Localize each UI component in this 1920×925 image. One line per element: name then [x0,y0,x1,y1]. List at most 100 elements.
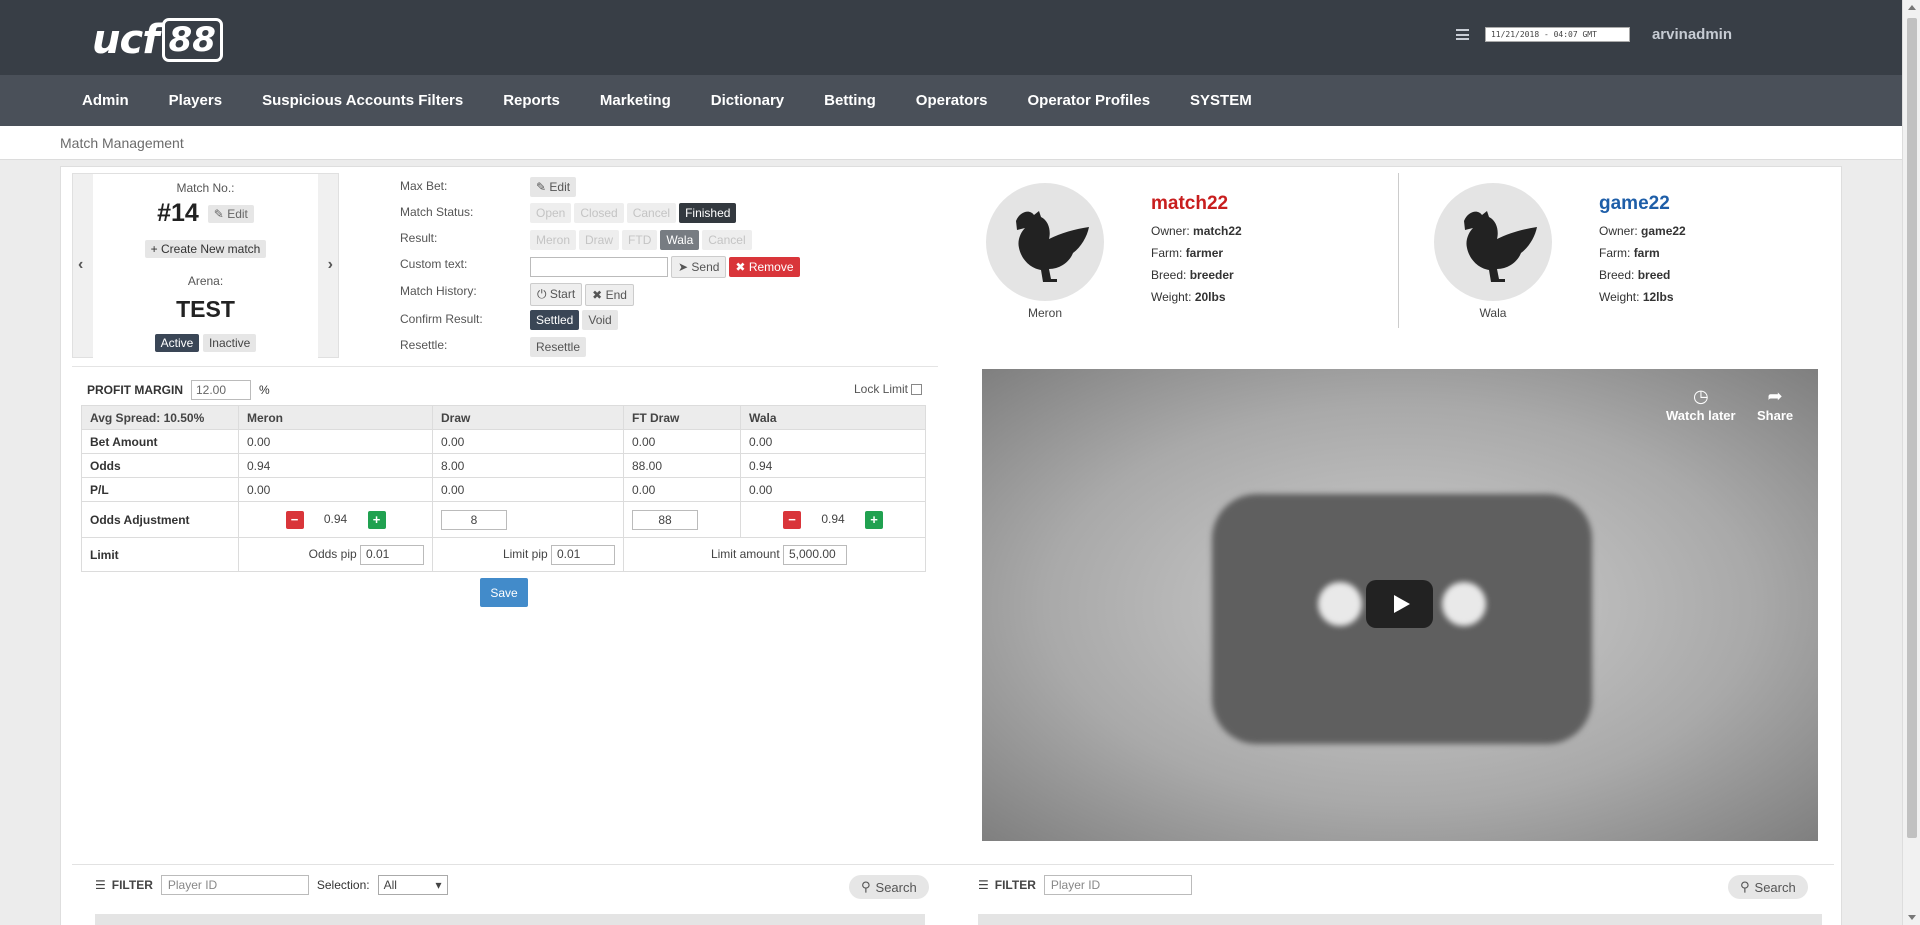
end-button[interactable]: ✖ End [585,283,634,306]
start-button[interactable]: ⏻ Start [530,283,583,306]
table-cell: 0.00 [623,477,741,502]
meron-weight: Weight: 20lbs [1151,290,1226,304]
status-closed[interactable]: Closed [574,203,624,223]
caret-down-icon: ▾ [435,878,442,892]
ft-draw-odds-input[interactable]: 88 [632,509,698,530]
meron-odds-input[interactable]: 0.94 [304,510,368,530]
wala-owner-value: game22 [1641,224,1686,238]
nav-players[interactable]: Players [169,92,222,109]
match-number-row: #14 ✎ Edit [93,199,318,228]
section-divider [72,366,938,367]
settled-button[interactable]: Settled [530,310,580,330]
match-status-label: Match Status: [400,205,474,219]
result-draw[interactable]: Draw [579,230,620,250]
resettle-button[interactable]: Resettle [530,337,587,357]
wala-decrease-button[interactable]: − [783,510,801,529]
nav-admin[interactable]: Admin [82,92,129,109]
watch-later-button[interactable]: ◷ Watch later [1666,384,1736,424]
profit-margin-label: PROFIT MARGIN [87,383,183,397]
send-button[interactable]: ➤ Send [671,256,727,278]
nav-marketing[interactable]: Marketing [600,92,671,109]
nav-betting[interactable]: Betting [824,92,876,109]
result-ftd[interactable]: FTD [622,230,658,250]
lock-limit-label: Lock Limit [854,382,909,396]
chevron-left-icon[interactable]: ‹ [78,256,83,274]
row-label: Bet Amount [81,429,239,454]
wala-farm: Farm: farm [1599,246,1660,260]
search-button-right[interactable]: ⚲ Search [1728,875,1808,899]
meron-header: Meron [238,405,433,430]
selection-value: All [383,878,397,892]
save-button[interactable]: Save [480,578,528,607]
chevron-right-icon[interactable]: › [328,256,333,274]
nav-system[interactable]: SYSTEM [1190,92,1252,109]
wala-farm-label: Farm: [1599,246,1631,260]
scroll-down-icon[interactable] [1908,915,1916,920]
create-new-match-label: Create New match [160,242,261,256]
fighter-wala: Wala game22 Owner: game22 Farm: farm Bre… [1434,173,1814,343]
remove-button[interactable]: ✖ Remove [729,257,800,277]
video-player[interactable]: ◷ Watch later ➦ Share [982,369,1818,841]
status-finished[interactable]: Finished [679,203,737,223]
avg-spread-header: Avg Spread: 10.50% [81,405,239,430]
limit-amount-input[interactable]: 5,000.00 [783,544,847,565]
meron-decrease-button[interactable]: − [285,510,304,529]
wala-breed: Breed: breed [1599,268,1670,282]
profit-margin-input[interactable]: 12.00 [191,380,251,400]
nav-reports[interactable]: Reports [503,92,560,109]
player-id-input-right[interactable]: Player ID [1043,875,1192,895]
rooster-icon [986,183,1104,301]
void-button[interactable]: Void [582,310,618,330]
nav-dictionary[interactable]: Dictionary [711,92,784,109]
active-toggle[interactable]: Active [154,334,200,352]
logo[interactable]: ucf 88 [92,17,223,63]
table-row: Odds 0.94 8.00 88.00 0.94 [81,453,926,478]
max-bet-edit-button[interactable]: ✎ Edit [530,177,577,197]
limit-pip-input[interactable]: 0.01 [551,544,615,565]
meron-owner-value: match22 [1193,224,1242,238]
max-bet-edit-label: Edit [549,180,571,194]
search-button-left[interactable]: ⚲ Search [849,875,929,899]
nav-operator-profiles[interactable]: Operator Profiles [1028,92,1151,109]
filter-label-left: ☰ FILTER [95,878,153,892]
inactive-toggle[interactable]: Inactive [202,334,257,352]
odds-pip-input[interactable]: 0.01 [360,544,424,565]
top-bar: ucf 88 11/21/2018 - 04:07 GMT arvinadmin [0,0,1902,75]
scrollbar-thumb[interactable] [1907,18,1917,838]
play-button[interactable] [1366,580,1433,628]
left-filter: ☰ FILTER Player ID Selection: All ▾ [95,875,448,895]
wala-weight-value: 12lbs [1642,290,1674,304]
create-new-match-button[interactable]: + Create New match [144,240,267,258]
selection-dropdown[interactable]: All ▾ [377,875,448,895]
fighter-meron: Meron match22 Owner: match22 Farm: farme… [986,173,1366,343]
menu-list-icon[interactable] [1455,29,1469,40]
table-cell: 0.00 [740,429,926,454]
draw-odds-input[interactable]: 8 [441,509,507,530]
result-wala[interactable]: Wala [660,230,700,250]
right-filter: ☰ FILTER Player ID [978,875,1192,895]
edit-match-button[interactable]: ✎ Edit [207,205,254,224]
share-icon: ➦ [1767,385,1783,406]
row-label: Limit [81,537,239,572]
table-cell: 0.00 [740,477,926,502]
wala-odds-input[interactable]: 0.94 [801,510,865,530]
meron-increase-button[interactable]: + [367,510,386,529]
status-open[interactable]: Open [530,203,572,223]
share-button[interactable]: ➦ Share [1757,384,1793,424]
result-cancel[interactable]: Cancel [702,230,752,250]
table-cell: 0.00 [238,477,433,502]
lock-limit-checkbox[interactable] [911,383,923,395]
custom-text-input[interactable] [530,257,668,277]
breadcrumb: Match Management [60,135,184,151]
status-cancel[interactable]: Cancel [626,203,677,223]
username[interactable]: arvinadmin [1652,26,1732,43]
nav-operators[interactable]: Operators [916,92,988,109]
page-scrollbar[interactable] [1902,0,1920,925]
player-id-input[interactable]: Player ID [160,875,309,895]
scroll-up-icon[interactable] [1908,5,1916,10]
edit-match-label: Edit [227,207,248,222]
nav-suspicious-accounts-filters[interactable]: Suspicious Accounts Filters [262,92,463,109]
result-meron[interactable]: Meron [530,230,577,250]
wala-increase-button[interactable]: + [865,510,883,529]
layers-icon: ☰ [978,878,989,892]
